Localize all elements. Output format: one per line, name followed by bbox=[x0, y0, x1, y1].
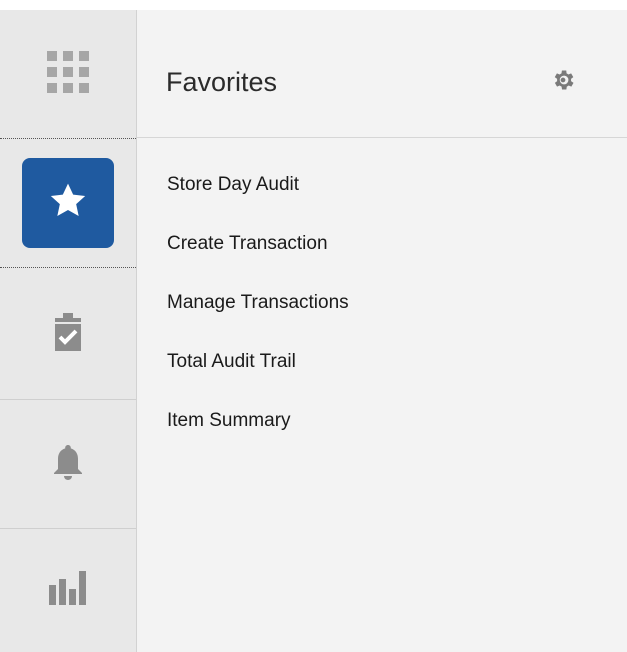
favorites-active-tile bbox=[22, 158, 114, 248]
rail-item-apps[interactable] bbox=[0, 10, 136, 138]
settings-button[interactable] bbox=[547, 66, 579, 98]
rail-item-tasks[interactable] bbox=[0, 269, 136, 399]
bar-chart-icon bbox=[49, 571, 87, 610]
favorites-panel: Favorites Store Day Audit Create Transac… bbox=[137, 10, 627, 652]
favorite-link-store-day-audit[interactable]: Store Day Audit bbox=[167, 172, 349, 231]
navigation-rail bbox=[0, 10, 137, 652]
favorite-link-total-audit-trail[interactable]: Total Audit Trail bbox=[167, 349, 349, 408]
rail-item-favorites[interactable] bbox=[0, 138, 136, 268]
clipboard-check-icon bbox=[55, 312, 81, 356]
gear-icon bbox=[550, 67, 576, 98]
favorite-link-item-summary[interactable]: Item Summary bbox=[167, 408, 349, 467]
panel-header: Favorites bbox=[137, 10, 627, 138]
favorite-link-manage-transactions[interactable]: Manage Transactions bbox=[167, 290, 349, 349]
app-window: Favorites Store Day Audit Create Transac… bbox=[0, 10, 627, 652]
star-icon bbox=[48, 181, 88, 226]
favorites-list: Store Day Audit Create Transaction Manag… bbox=[167, 172, 349, 467]
bell-icon bbox=[52, 443, 84, 486]
apps-grid-icon bbox=[47, 50, 89, 98]
page-title: Favorites bbox=[166, 67, 278, 97]
rail-item-reports[interactable] bbox=[0, 529, 136, 652]
favorite-link-create-transaction[interactable]: Create Transaction bbox=[167, 231, 349, 290]
rail-item-notifications[interactable] bbox=[0, 400, 136, 528]
